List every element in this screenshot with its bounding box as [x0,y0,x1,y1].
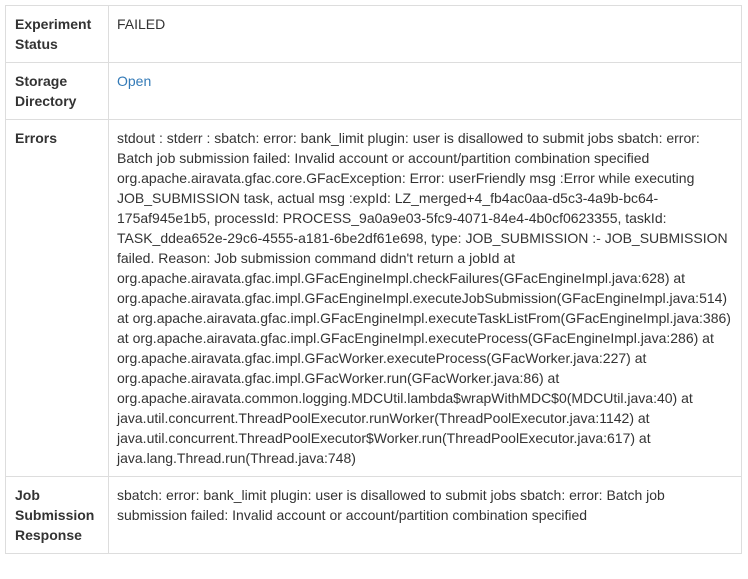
row-errors: Errors stdout : stderr : sbatch: error: … [5,119,742,477]
job-submission-response-label: Job Submission Response [5,476,109,554]
open-storage-link[interactable]: Open [117,73,151,89]
errors-value: stdout : stderr : sbatch: error: bank_li… [108,119,742,477]
storage-directory-cell: Open [108,62,742,120]
storage-directory-label: Storage Directory [5,62,109,120]
row-storage-directory: Storage Directory Open [5,62,742,120]
experiment-details-table: Experiment Status FAILED Storage Directo… [5,5,742,554]
experiment-status-label: Experiment Status [5,5,109,63]
experiment-status-value: FAILED [108,5,742,63]
row-job-submission-response: Job Submission Response sbatch: error: b… [5,476,742,554]
job-submission-response-value: sbatch: error: bank_limit plugin: user i… [108,476,742,554]
errors-label: Errors [5,119,109,477]
row-experiment-status: Experiment Status FAILED [5,5,742,63]
